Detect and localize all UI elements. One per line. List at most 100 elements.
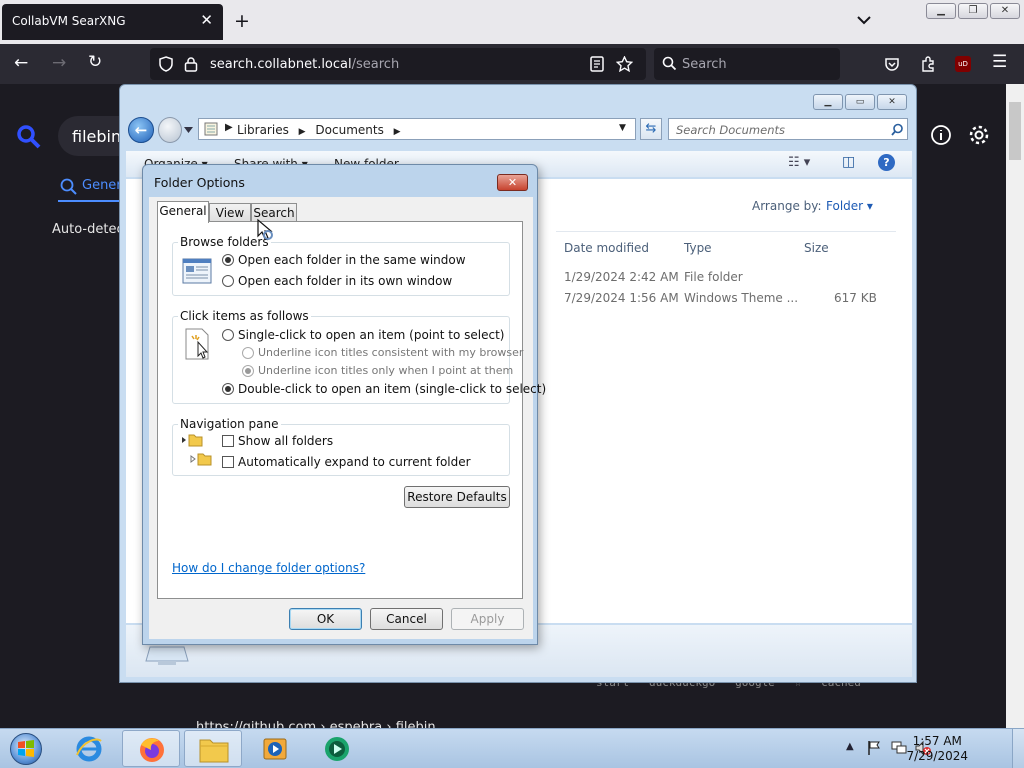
menu-icon[interactable]: ☰ (992, 52, 1007, 72)
breadcrumb-arrow-icon[interactable]: ▶ (225, 122, 233, 133)
mouse-cursor-icon (257, 218, 273, 240)
ublock-icon[interactable]: uD (955, 56, 971, 72)
browse-same-window-label[interactable]: Open each folder in the same window (238, 253, 466, 267)
bookmark-star-icon[interactable] (616, 56, 633, 72)
breadcrumb-arrow-icon[interactable]: ▶ (394, 127, 401, 137)
taskbar-app[interactable] (308, 730, 366, 767)
search-category-icon (60, 178, 77, 195)
minimize-button[interactable]: ▁ (926, 3, 956, 19)
browse-same-window-radio[interactable] (222, 254, 234, 266)
search-icon (891, 123, 903, 136)
column-type[interactable]: Type (684, 241, 712, 255)
column-date-modified[interactable]: Date modified (564, 241, 649, 255)
forward-icon[interactable]: → (52, 53, 66, 73)
row2-size[interactable]: 617 KB (834, 291, 877, 305)
tab-view[interactable]: View (209, 203, 251, 223)
cancel-button[interactable]: Cancel (370, 608, 443, 630)
underline-point-radio[interactable] (242, 365, 254, 377)
double-click-label[interactable]: Double-click to open an item (single-cli… (238, 382, 546, 396)
row1-type[interactable]: File folder (684, 270, 743, 284)
pocket-icon[interactable] (884, 56, 900, 72)
tab-close-icon[interactable]: ✕ (200, 11, 213, 29)
system-clock[interactable]: 1:57 AM 7/29/2024 (906, 734, 968, 764)
breadcrumb-libraries[interactable]: Libraries (237, 123, 289, 137)
browser-tab[interactable]: CollabVM SearXNG ✕ (2, 4, 223, 40)
taskbar-firefox[interactable] (122, 730, 180, 767)
browse-folders-icon (182, 258, 212, 284)
explorer-maximize-button[interactable]: ▭ (845, 94, 875, 110)
start-button[interactable] (4, 730, 48, 768)
browse-own-window-label[interactable]: Open each folder in its own window (238, 274, 452, 288)
ok-button[interactable]: OK (289, 608, 362, 630)
scrollbar-thumb[interactable] (1009, 102, 1021, 160)
row2-type[interactable]: Windows Theme ... (684, 291, 798, 305)
new-tab-button[interactable]: + (234, 10, 250, 32)
back-button[interactable]: ← (128, 117, 154, 143)
lock-icon[interactable] (184, 56, 198, 72)
taskbar-ie[interactable] (60, 730, 118, 767)
breadcrumb-documents[interactable]: Documents (315, 123, 383, 137)
forward-button[interactable] (158, 117, 182, 143)
browser-search-box[interactable]: Search (654, 48, 840, 80)
refresh-icon[interactable]: ⇆ (640, 118, 662, 140)
apply-button[interactable]: Apply (451, 608, 524, 630)
double-click-radio[interactable] (222, 383, 234, 395)
underline-browser-label[interactable]: Underline icon titles consistent with my… (258, 346, 523, 359)
reload-icon[interactable]: ↻ (88, 52, 102, 72)
help-icon[interactable]: ? (878, 154, 895, 171)
dialog-body: General View Search Browse folders Open … (149, 197, 546, 639)
show-desktop-button[interactable] (1012, 729, 1024, 768)
explorer-minimize-button[interactable]: ▁ (813, 94, 843, 110)
explorer-search-box[interactable]: Search Documents (668, 118, 908, 140)
explorer-close-button[interactable]: ✕ (877, 94, 907, 110)
column-size[interactable]: Size (804, 241, 829, 255)
search-query-input[interactable]: filebin (58, 116, 128, 156)
auto-expand-label[interactable]: Automatically expand to current folder (238, 455, 471, 469)
single-click-radio[interactable] (222, 329, 234, 341)
address-dropdown-icon[interactable]: ▼ (619, 123, 626, 133)
recent-pages-chevron-icon[interactable] (184, 127, 193, 133)
close-button[interactable]: ✕ (990, 3, 1020, 19)
help-link[interactable]: How do I change folder options? (172, 561, 365, 575)
info-icon[interactable] (930, 124, 952, 146)
language-auto-detect[interactable]: Auto-detect (52, 222, 129, 237)
action-center-flag-icon[interactable] (866, 740, 882, 756)
browse-own-window-radio[interactable] (222, 275, 234, 287)
arrange-by-dropdown[interactable]: Folder ▾ (826, 199, 873, 213)
address-bar[interactable]: ▶ Libraries ▶ Documents ▶ ▼ (198, 118, 636, 140)
row2-date[interactable]: 7/29/2024 1:56 AM (564, 291, 679, 305)
tab-general[interactable]: General (157, 201, 209, 223)
restore-defaults-button[interactable]: Restore Defaults (404, 486, 510, 508)
back-icon[interactable]: ← (14, 53, 28, 73)
browser-search-placeholder: Search (682, 57, 727, 72)
internet-explorer-icon (76, 736, 102, 762)
single-click-label[interactable]: Single-click to open an item (point to s… (238, 328, 504, 342)
show-all-folders-checkbox[interactable] (222, 435, 234, 447)
dialog-title: Folder Options (154, 175, 245, 190)
searx-logo-icon[interactable] (16, 124, 42, 150)
show-all-folders-label[interactable]: Show all folders (238, 434, 333, 448)
media-player-icon (263, 738, 287, 760)
underline-browser-radio[interactable] (242, 347, 254, 359)
taskbar-explorer[interactable] (184, 730, 242, 767)
breadcrumb-arrow-icon[interactable]: ▶ (299, 127, 306, 137)
search-icon (662, 56, 677, 71)
reader-view-icon[interactable] (590, 56, 604, 72)
url-bar[interactable]: search.collabnet.local/search (150, 48, 646, 80)
page-scrollbar[interactable] (1006, 84, 1024, 728)
preview-pane-icon[interactable]: ◫ (842, 154, 855, 170)
shield-icon[interactable] (158, 56, 174, 72)
auto-expand-checkbox[interactable] (222, 456, 234, 468)
underline-point-label[interactable]: Underline icon titles only when I point … (258, 364, 513, 377)
settings-gear-icon[interactable] (968, 124, 990, 146)
extensions-icon[interactable] (920, 55, 937, 72)
show-hidden-icons-icon[interactable]: ▲ (846, 741, 854, 752)
row1-date[interactable]: 1/29/2024 2:42 AM (564, 270, 679, 284)
restore-button[interactable]: ❐ (958, 3, 988, 19)
clock-time: 1:57 AM (912, 734, 962, 748)
dialog-close-button[interactable]: ✕ (497, 174, 528, 191)
view-options-icon[interactable]: ☷ ▾ (788, 155, 810, 170)
network-icon[interactable] (890, 740, 908, 756)
list-tabs-chevron-icon[interactable] (856, 12, 872, 28)
taskbar-media-player[interactable] (246, 730, 304, 767)
